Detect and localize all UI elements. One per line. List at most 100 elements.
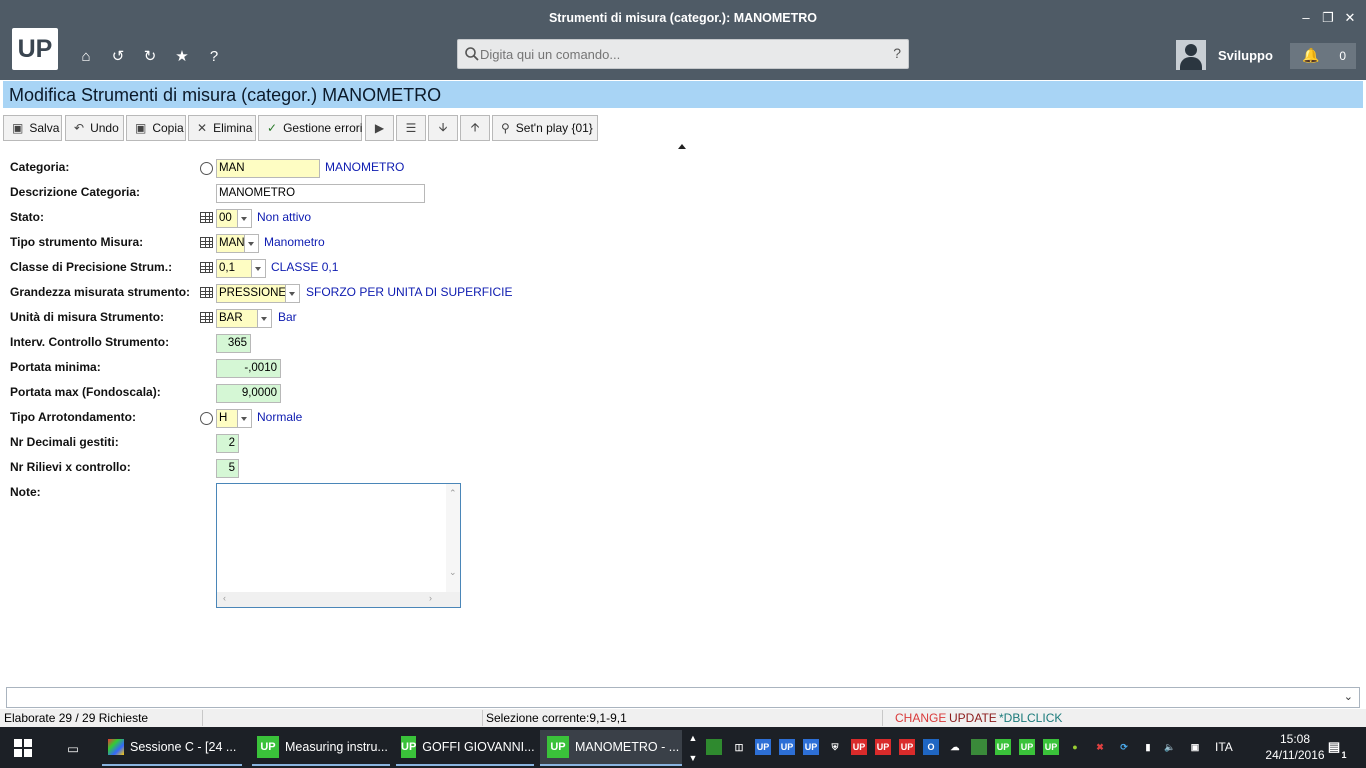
setnplay-button[interactable]: ⚲ Set'n play {01} (492, 115, 598, 141)
tray-app-icon[interactable] (971, 739, 987, 755)
taskbar-app-goffi[interactable]: UP GOFFI GIOVANNI... (396, 730, 534, 766)
tray-up-icon[interactable]: UP (755, 739, 771, 755)
refresh-icon[interactable]: ↻ (139, 46, 161, 68)
arrotondamento-select[interactable]: H (216, 409, 238, 428)
minimize-button[interactable]: – (1296, 9, 1316, 27)
grid-lookup-icon[interactable] (200, 262, 213, 273)
chevron-down-icon[interactable] (238, 409, 252, 428)
avatar[interactable] (1176, 40, 1206, 70)
menu-button[interactable]: ☰ (396, 115, 426, 141)
tray-app-icon[interactable] (706, 739, 722, 755)
chevron-down-icon[interactable] (238, 209, 252, 228)
tray-x-icon[interactable]: ✖ (1092, 739, 1108, 755)
volume-icon[interactable]: 🔈 (1162, 739, 1178, 755)
windows-start-icon[interactable] (14, 739, 32, 757)
clock[interactable]: 15:08 24/11/2016 (1262, 731, 1328, 763)
unita-label: Unità di misura Strumento: (10, 310, 165, 324)
task-view-icon[interactable]: ▭ (60, 730, 86, 766)
taskbar-app-manometro[interactable]: UP MANOMETRO - ... (540, 730, 682, 766)
window-title: Strumenti di misura (categor.): MANOMETR… (548, 11, 818, 25)
taskbar-app-measuring[interactable]: UP Measuring instru... (252, 730, 390, 766)
classe-select[interactable]: 0,1 (216, 259, 252, 278)
chevron-down-icon[interactable] (252, 259, 266, 278)
categoria-radio[interactable] (200, 162, 213, 175)
grandezza-select[interactable]: PRESSIONE (216, 284, 286, 303)
status-change: CHANGE (895, 711, 947, 725)
arrotondamento-label: Tipo Arrotondamento: (10, 410, 136, 424)
page-heading: Modifica Strumenti di misura (categor.) … (3, 81, 1363, 108)
taskbar-app-session[interactable]: Sessione C - [24 ... (102, 730, 242, 766)
collapse-caret-icon[interactable] (678, 144, 686, 149)
chevron-down-icon[interactable]: ⌄ (1344, 690, 1353, 703)
grid-lookup-icon[interactable] (200, 212, 213, 223)
save-button[interactable]: ▣ Salva (3, 115, 62, 141)
shield-icon[interactable]: ⛨ (827, 739, 843, 755)
restore-button[interactable]: ❐ (1318, 9, 1338, 27)
spellcheck-icon: ✓ (267, 121, 278, 135)
tray-up-icon[interactable]: UP (899, 739, 915, 755)
close-button[interactable]: ✕ (1340, 9, 1360, 27)
interv-field[interactable]: 365 (216, 334, 251, 353)
portata-max-label: Portata max (Fondoscala): (10, 385, 161, 399)
up-app-icon: UP (547, 736, 569, 758)
delete-button[interactable]: ✕ Elimina (188, 115, 256, 141)
network-icon[interactable]: ▣ (1187, 739, 1203, 755)
arrotondamento-radio[interactable] (200, 412, 213, 425)
descrizione-field[interactable]: MANOMETRO (216, 184, 425, 203)
command-bar[interactable]: ? (457, 39, 909, 69)
tray-up-icon[interactable]: UP (875, 739, 891, 755)
move-down-button[interactable]: 🡫 (428, 115, 458, 141)
leaf-icon[interactable]: ● (1067, 739, 1083, 755)
vertical-scrollbar[interactable]: ⌃ ⌄ (446, 484, 460, 592)
move-up-button[interactable]: 🡩 (460, 115, 490, 141)
tray-up-icon[interactable]: UP (995, 739, 1011, 755)
home-icon[interactable]: ⌂ (75, 46, 97, 68)
page-title: Modifica Strumenti di misura (categor.) … (9, 85, 442, 105)
tray-up-icon[interactable]: UP (1019, 739, 1035, 755)
grid-lookup-icon[interactable] (200, 312, 213, 323)
cloud-icon[interactable]: ☁ (947, 739, 963, 755)
back-icon[interactable]: ↺ (107, 46, 129, 68)
refresh-tray-icon[interactable]: ⟳ (1116, 739, 1132, 755)
help-icon[interactable]: ? (203, 46, 225, 68)
stato-select[interactable]: 00 (216, 209, 238, 228)
tray-up-icon[interactable]: UP (779, 739, 795, 755)
horizontal-scrollbar[interactable]: ‹ › (217, 592, 460, 607)
categoria-field[interactable]: MAN (216, 159, 320, 178)
title-bar: Strumenti di misura (categor.): MANOMETR… (0, 0, 1366, 38)
outlook-icon[interactable]: O (923, 739, 939, 755)
tray-up-icon[interactable]: UP (851, 739, 867, 755)
notifications-button[interactable]: 🔔 0 (1290, 43, 1356, 69)
message-dropdown[interactable]: ⌄ (6, 687, 1360, 708)
language-indicator[interactable]: ITA (1215, 740, 1233, 754)
chevron-down-icon[interactable] (258, 309, 272, 328)
portata-max-field[interactable]: 9,0000 (216, 384, 281, 403)
app-logo[interactable]: UP (12, 28, 58, 70)
clock-date: 24/11/2016 (1265, 748, 1325, 762)
tray-up-icon[interactable]: UP (803, 739, 819, 755)
tray-up-icon[interactable]: UP (1043, 739, 1059, 755)
command-help-icon[interactable]: ? (893, 45, 901, 61)
tipo-select[interactable]: MAN (216, 234, 245, 253)
chevron-down-icon[interactable] (286, 284, 300, 303)
chevron-down-icon[interactable] (245, 234, 259, 253)
grid-lookup-icon[interactable] (200, 237, 213, 248)
decimali-field[interactable]: 2 (216, 434, 239, 453)
command-input[interactable] (480, 44, 880, 64)
battery-icon[interactable]: ▮ (1140, 739, 1156, 755)
username[interactable]: Sviluppo (1218, 48, 1273, 63)
note-textarea[interactable]: ⌃ ⌄ ‹ › (216, 483, 461, 608)
network-share-icon[interactable]: ◫ (731, 739, 747, 755)
play-button[interactable]: ▶ (365, 115, 394, 141)
taskbar-scroll[interactable]: ▲ ▼ (686, 730, 700, 766)
note-label: Note: (10, 485, 41, 499)
grid-lookup-icon[interactable] (200, 287, 213, 298)
rilievi-field[interactable]: 5 (216, 459, 239, 478)
favorites-star-icon[interactable]: ★ (171, 46, 193, 68)
unita-select[interactable]: BAR (216, 309, 258, 328)
undo-button[interactable]: ↶ Undo (65, 115, 124, 141)
portata-min-field[interactable]: -,0010 (216, 359, 281, 378)
descrizione-label: Descrizione Categoria: (10, 185, 141, 199)
error-management-button[interactable]: ✓ Gestione errori (258, 115, 362, 141)
copy-button[interactable]: ▣ Copia (126, 115, 186, 141)
